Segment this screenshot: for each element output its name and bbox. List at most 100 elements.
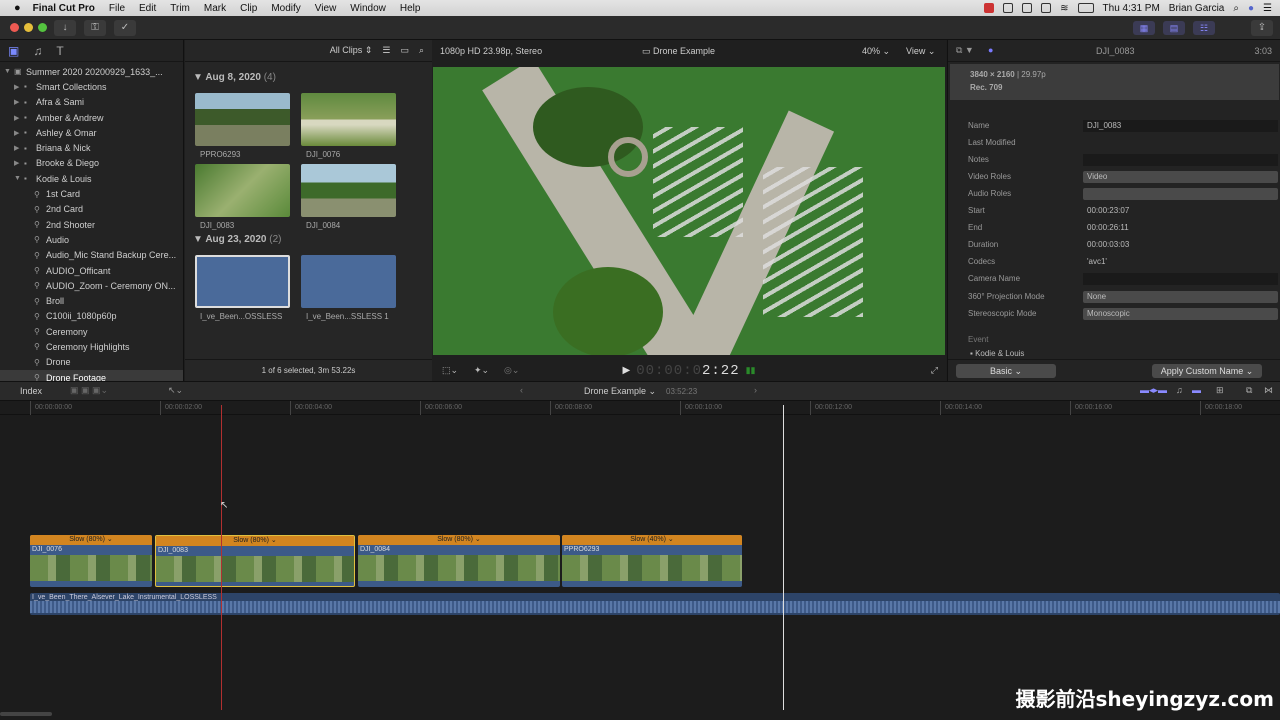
browser-toggle-icon[interactable]: ▦: [1133, 21, 1155, 35]
disclosure-icon[interactable]: ▶: [14, 159, 24, 167]
sidebar-item[interactable]: ▶ ▪ Brooke & Diego: [0, 156, 183, 171]
photos-audio-icon[interactable]: ♫: [33, 44, 42, 58]
menu-modify[interactable]: Modify: [271, 3, 300, 14]
transform-icon[interactable]: ⬚⌄: [442, 365, 458, 376]
search-icon[interactable]: ⌕: [419, 45, 424, 56]
project-name[interactable]: Drone Example ⌄: [584, 386, 656, 397]
group-header[interactable]: ▼ Aug 8, 2020 (4): [193, 72, 276, 83]
menu-mark[interactable]: Mark: [204, 3, 226, 14]
sidebar-item[interactable]: ⚲ Broll: [0, 293, 183, 308]
titles-generators-icon[interactable]: T: [56, 44, 63, 58]
audio-clip[interactable]: I_ve_Been_There_Alsever_Lake_Instrumenta…: [30, 593, 1280, 615]
disclosure-icon[interactable]: ▶: [14, 114, 24, 122]
menu-help[interactable]: Help: [400, 3, 421, 14]
sidebar-item[interactable]: ⚲ Ceremony: [0, 324, 183, 339]
sidebar-item[interactable]: ⚲ AUDIO_Zoom - Ceremony ON...: [0, 278, 183, 293]
clip-appearance-icon[interactable]: ▬◂▸▬: [1140, 385, 1167, 396]
history-back-icon[interactable]: ‹: [520, 385, 523, 395]
minimize-window-button[interactable]: [24, 23, 33, 32]
sidebar-item[interactable]: ⚲ Audio_Mic Stand Backup Cere...: [0, 248, 183, 263]
clip-filter-popup[interactable]: All Clips ⇕: [330, 45, 373, 56]
metadata-value[interactable]: [1083, 153, 1278, 166]
clip-thumbnail[interactable]: [301, 164, 396, 217]
view-popup[interactable]: View ⌄: [906, 46, 935, 57]
clip-thumbnail[interactable]: [195, 93, 290, 146]
history-forward-icon[interactable]: ›: [754, 385, 757, 395]
metadata-view-popup[interactable]: Basic ⌄: [956, 364, 1056, 378]
metadata-value[interactable]: Video: [1083, 170, 1278, 183]
user-name[interactable]: Brian Garcia: [1169, 3, 1225, 14]
timeline-clip[interactable]: Slow (80%) ⌄ DJI_0083: [155, 535, 355, 587]
sidebar-item[interactable]: ⚲ Audio: [0, 232, 183, 247]
sidebar-item[interactable]: ⚲ C100ii_1080p60p: [0, 309, 183, 324]
sidebar-item[interactable]: ▶ ▪ Ashley & Omar: [0, 125, 183, 140]
retime-bar[interactable]: Slow (40%) ⌄: [562, 535, 742, 545]
timeline-ruler[interactable]: 00:00:00:00 00:00:02:00 00:00:04:00 00:00:0…: [0, 401, 1280, 415]
sidebar-item[interactable]: ⚲ 1st Card: [0, 186, 183, 201]
notification-icon[interactable]: ☰: [1263, 3, 1272, 14]
filmstrip-settings-icon[interactable]: ▭: [400, 45, 409, 56]
info-icon[interactable]: ●: [988, 45, 993, 55]
enhance-icon[interactable]: ✦⌄: [474, 365, 489, 376]
clip-thumbnail[interactable]: [195, 164, 290, 217]
select-tool-icon[interactable]: ↖⌄: [168, 385, 183, 396]
timeline-toggle-icon[interactable]: ▤: [1163, 21, 1185, 35]
cloud-icon[interactable]: [1003, 3, 1014, 13]
retime-bar[interactable]: Slow (80%) ⌄: [30, 535, 152, 545]
metadata-value[interactable]: None: [1083, 290, 1278, 303]
siri-icon[interactable]: ●: [1248, 3, 1254, 14]
group-header[interactable]: ▼ Aug 23, 2020 (2): [193, 234, 281, 245]
audio-meter-icon[interactable]: ▮▮: [746, 365, 756, 376]
sync-icon[interactable]: [1022, 3, 1033, 13]
wifi-icon[interactable]: ≋: [1060, 3, 1068, 14]
edit-buttons-icon[interactable]: ▣ ▣ ▣⌄: [70, 385, 108, 396]
sidebar-item[interactable]: ▶ ▪ Afra & Sami: [0, 95, 183, 110]
menu-file[interactable]: File: [109, 3, 125, 14]
import-icon[interactable]: ↓: [54, 20, 76, 36]
menu-window[interactable]: Window: [350, 3, 386, 14]
effects-browser-icon[interactable]: ⊞: [1216, 385, 1224, 396]
background-tasks-icon[interactable]: ✓: [114, 20, 136, 36]
disclosure-icon[interactable]: ▶: [14, 129, 24, 137]
viewer-image[interactable]: [433, 67, 945, 355]
index-button[interactable]: Index: [20, 386, 42, 396]
list-view-icon[interactable]: ☰: [382, 45, 390, 56]
sidebar-item[interactable]: ▶ ▪ Amber & Andrew: [0, 110, 183, 125]
menu-trim[interactable]: Trim: [170, 3, 190, 14]
viewer-timecode[interactable]: 00:00:02:22: [636, 363, 739, 379]
record-icon[interactable]: [984, 3, 995, 13]
sidebar-item[interactable]: ▼ ▣ Summer 2020 20200929_1633_...: [0, 64, 183, 79]
fullscreen-icon[interactable]: ⤢: [931, 365, 938, 376]
sidebar-item[interactable]: ⚲ 2nd Card: [0, 202, 183, 217]
libraries-icon[interactable]: ▣: [8, 44, 19, 58]
transitions-browser-icon[interactable]: ⧉: [1246, 385, 1252, 396]
battery-icon[interactable]: [1077, 3, 1094, 13]
disclosure-icon[interactable]: ▼: [14, 175, 24, 182]
menu-edit[interactable]: Edit: [139, 3, 156, 14]
timeline-clip[interactable]: Slow (40%) ⌄ PPRO6293: [562, 535, 742, 587]
disclosure-icon[interactable]: ▼: [4, 68, 14, 75]
sidebar-item[interactable]: ▶ ▪ Smart Collections: [0, 79, 183, 94]
timeline-clip[interactable]: Slow (80%) ⌄ DJI_0076: [30, 535, 152, 587]
headphones-icon[interactable]: ♫: [1176, 385, 1183, 395]
audio-clip-thumbnail[interactable]: [301, 255, 396, 308]
retime-bar[interactable]: Slow (80%) ⌄: [358, 535, 560, 545]
timeline-area[interactable]: Slow (80%) ⌄ DJI_0076 Slow (80%) ⌄ DJI_0083…: [0, 415, 1280, 720]
play-icon[interactable]: ▶: [622, 365, 630, 376]
apply-custom-name-button[interactable]: Apply Custom Name ⌄: [1152, 364, 1262, 378]
audio-clip-thumbnail[interactable]: [195, 255, 290, 308]
timeline-scrollbar[interactable]: [0, 712, 52, 716]
playhead[interactable]: [783, 405, 784, 710]
spotlight-icon[interactable]: ⌕: [1233, 3, 1239, 14]
inspector-toggle-icon[interactable]: ☷: [1193, 21, 1215, 35]
metadata-value[interactable]: [1083, 187, 1278, 200]
timeline-clip[interactable]: Slow (80%) ⌄ DJI_0084: [358, 535, 560, 587]
sidebar-item[interactable]: ⚲ 2nd Shooter: [0, 217, 183, 232]
menu-app[interactable]: Final Cut Pro: [33, 3, 95, 14]
sidebar-item[interactable]: ▶ ▪ Briana & Nick: [0, 140, 183, 155]
sidebar-item[interactable]: ⚲ Ceremony Highlights: [0, 339, 183, 354]
sidebar-item[interactable]: ⚲ AUDIO_Officant: [0, 263, 183, 278]
apple-icon[interactable]: ●: [14, 2, 21, 14]
menu-clip[interactable]: Clip: [240, 3, 257, 14]
sidebar-item[interactable]: ▼ ▪ Kodie & Louis: [0, 171, 183, 186]
